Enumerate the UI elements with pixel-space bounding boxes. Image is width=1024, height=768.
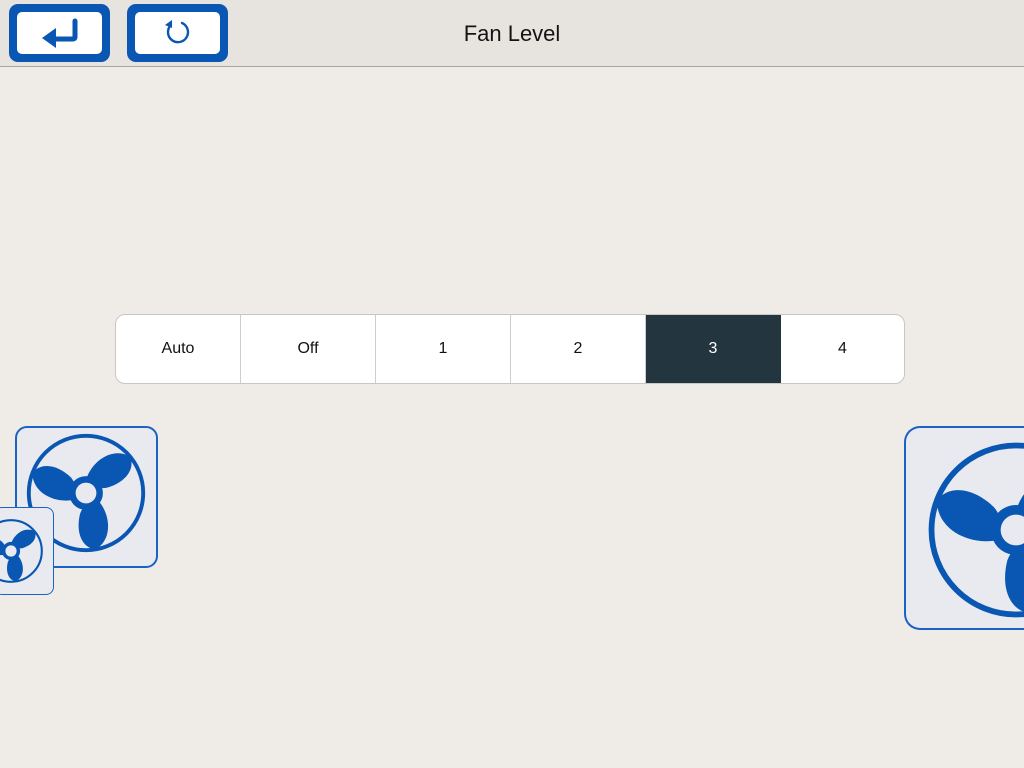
fan-level-option-2[interactable]: 2: [511, 315, 646, 383]
fan-level-option-auto[interactable]: Auto: [116, 315, 241, 383]
fan-level-option-3[interactable]: 3: [646, 315, 781, 383]
fan-tile-left-small: [0, 507, 54, 595]
fan-level-selector: Auto Off 1 2 3 4: [115, 314, 905, 384]
back-button[interactable]: [9, 4, 110, 62]
fan-level-option-1[interactable]: 1: [376, 315, 511, 383]
fan-icon: [928, 442, 1024, 618]
refresh-button[interactable]: [127, 4, 228, 62]
top-bar: Fan Level: [0, 0, 1024, 67]
back-button-face: [17, 12, 102, 54]
fan-tile-right: [904, 426, 1024, 630]
refresh-icon: [164, 20, 189, 44]
fan-icon: [0, 519, 43, 583]
fan-level-option-off[interactable]: Off: [241, 315, 376, 383]
return-arrow-icon: [41, 18, 77, 48]
fan-level-option-4[interactable]: 4: [781, 315, 904, 383]
refresh-button-face: [135, 12, 220, 54]
